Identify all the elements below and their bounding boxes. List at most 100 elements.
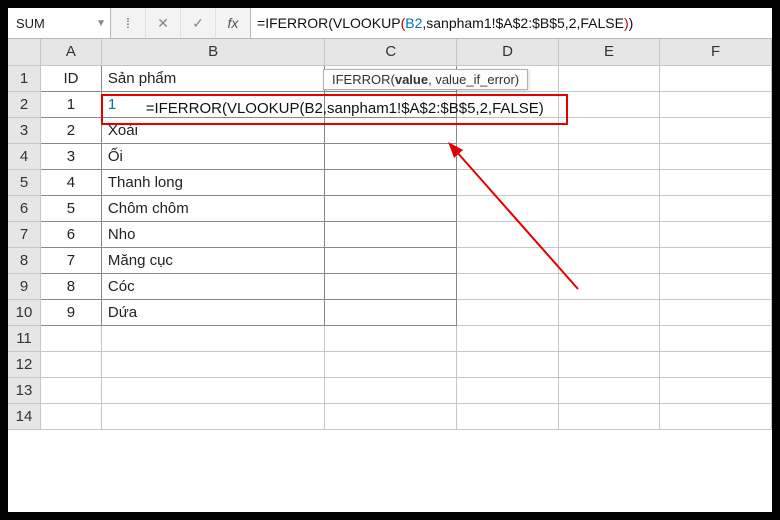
cell[interactable] <box>558 325 660 351</box>
row-header[interactable]: 10 <box>8 299 40 325</box>
cell[interactable] <box>660 65 772 91</box>
cell[interactable] <box>457 247 559 273</box>
cell[interactable]: Măng cục <box>101 247 324 273</box>
cell[interactable] <box>325 377 457 403</box>
enter-button[interactable]: ✓ <box>181 8 216 38</box>
cell[interactable] <box>101 351 324 377</box>
col-header-f[interactable]: F <box>660 39 772 65</box>
cell[interactable] <box>40 377 101 403</box>
col-header-c[interactable]: C <box>325 39 457 65</box>
name-box[interactable]: SUM ▼ <box>8 8 111 38</box>
cell[interactable]: 2 <box>40 117 101 143</box>
select-all-corner[interactable] <box>8 39 40 65</box>
cell[interactable] <box>457 377 559 403</box>
cell[interactable]: 3 <box>40 143 101 169</box>
cell[interactable] <box>660 169 772 195</box>
cell[interactable]: Cóc <box>101 273 324 299</box>
cell[interactable] <box>558 351 660 377</box>
formula-input[interactable]: =IFERROR(VLOOKUP(B2,sanpham1!$A$2:$B$5,2… <box>251 8 772 38</box>
cell-editing[interactable]: 1 <box>101 91 324 117</box>
cell[interactable] <box>558 117 660 143</box>
cell[interactable]: 8 <box>40 273 101 299</box>
cell[interactable] <box>457 351 559 377</box>
cell[interactable] <box>457 221 559 247</box>
cell[interactable] <box>660 117 772 143</box>
row-header[interactable]: 4 <box>8 143 40 169</box>
cell[interactable]: 9 <box>40 299 101 325</box>
cell[interactable] <box>325 247 457 273</box>
cell[interactable] <box>457 169 559 195</box>
cell[interactable] <box>660 325 772 351</box>
cell[interactable] <box>660 377 772 403</box>
cell[interactable] <box>325 91 457 117</box>
cell[interactable] <box>660 143 772 169</box>
cell[interactable]: Sản phẩm <box>101 65 324 91</box>
cell[interactable] <box>325 143 457 169</box>
row-header[interactable]: 13 <box>8 377 40 403</box>
cell[interactable] <box>40 403 101 429</box>
cell[interactable] <box>558 247 660 273</box>
row-header[interactable]: 3 <box>8 117 40 143</box>
cell[interactable]: 6 <box>40 221 101 247</box>
cell[interactable] <box>325 117 457 143</box>
cell[interactable] <box>325 273 457 299</box>
row-header[interactable]: 9 <box>8 273 40 299</box>
row-header[interactable]: 11 <box>8 325 40 351</box>
cell[interactable] <box>457 299 559 325</box>
cell[interactable] <box>558 65 660 91</box>
col-header-d[interactable]: D <box>457 39 559 65</box>
cell[interactable]: 5 <box>40 195 101 221</box>
col-header-a[interactable]: A <box>40 39 101 65</box>
worksheet[interactable]: A B C D E F 1 ID Sản phẩm Số lượng 2 1 <box>8 39 772 513</box>
chevron-down-icon[interactable]: ▼ <box>96 18 106 29</box>
cell[interactable] <box>101 403 324 429</box>
cell[interactable] <box>457 273 559 299</box>
cell[interactable] <box>558 221 660 247</box>
cell[interactable] <box>660 403 772 429</box>
cell[interactable] <box>558 195 660 221</box>
cell[interactable] <box>660 351 772 377</box>
cell[interactable] <box>660 91 772 117</box>
cell[interactable]: Dứa <box>101 299 324 325</box>
cell[interactable] <box>457 91 559 117</box>
cell[interactable] <box>457 325 559 351</box>
cell[interactable] <box>558 403 660 429</box>
col-header-e[interactable]: E <box>558 39 660 65</box>
cell[interactable] <box>325 299 457 325</box>
cell[interactable] <box>660 299 772 325</box>
cell[interactable] <box>558 377 660 403</box>
cell[interactable]: 1 <box>40 91 101 117</box>
row-header[interactable]: 1 <box>8 65 40 91</box>
cell[interactable] <box>660 221 772 247</box>
row-header[interactable]: 7 <box>8 221 40 247</box>
cell[interactable] <box>325 403 457 429</box>
cell[interactable]: Chôm chôm <box>101 195 324 221</box>
cell[interactable] <box>457 403 559 429</box>
cell[interactable]: Ối <box>101 143 324 169</box>
cell[interactable] <box>558 143 660 169</box>
cell[interactable] <box>457 117 559 143</box>
cell[interactable] <box>101 325 324 351</box>
row-header[interactable]: 6 <box>8 195 40 221</box>
cell[interactable] <box>325 221 457 247</box>
cell[interactable] <box>558 273 660 299</box>
row-header[interactable]: 5 <box>8 169 40 195</box>
cell[interactable]: Thanh long <box>101 169 324 195</box>
cell[interactable] <box>40 325 101 351</box>
row-header[interactable]: 2 <box>8 91 40 117</box>
cell[interactable] <box>40 351 101 377</box>
cell[interactable] <box>660 247 772 273</box>
cell[interactable]: 7 <box>40 247 101 273</box>
cell[interactable] <box>325 351 457 377</box>
cell[interactable] <box>325 325 457 351</box>
cell[interactable] <box>558 299 660 325</box>
cell[interactable]: ID <box>40 65 101 91</box>
expand-button[interactable]: ⁞ <box>111 8 146 38</box>
cell[interactable] <box>101 377 324 403</box>
cell[interactable]: Xoài <box>101 117 324 143</box>
row-header[interactable]: 14 <box>8 403 40 429</box>
fx-icon[interactable]: fx <box>216 8 251 38</box>
cancel-button[interactable]: ✕ <box>146 8 181 38</box>
cell[interactable] <box>558 91 660 117</box>
col-header-b[interactable]: B <box>101 39 324 65</box>
